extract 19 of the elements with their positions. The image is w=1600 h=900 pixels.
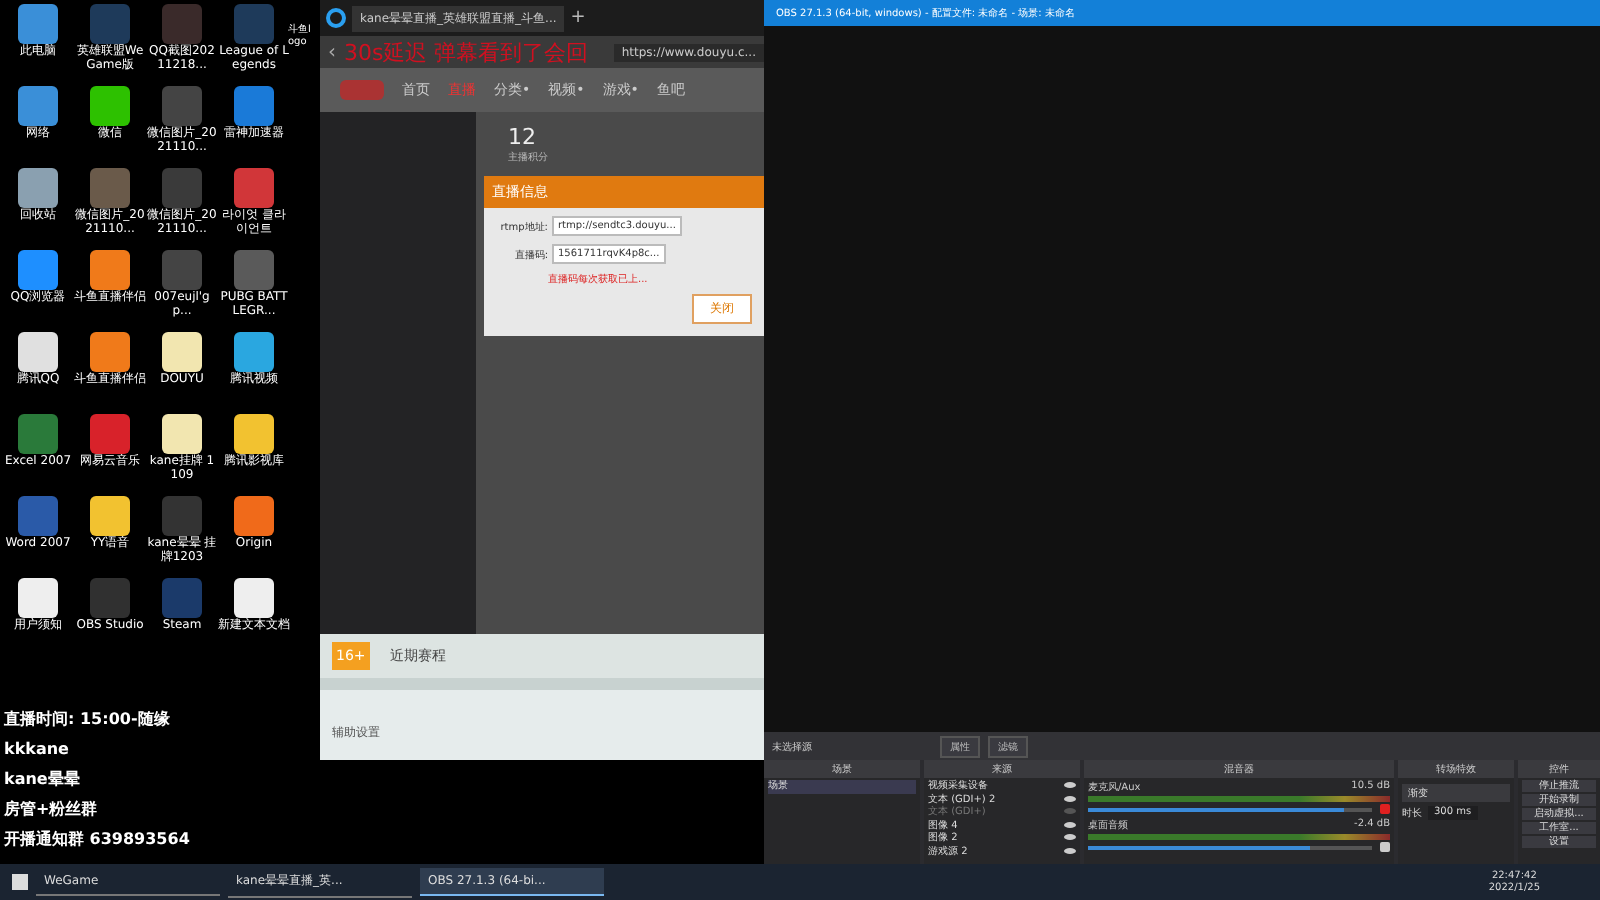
eye-icon[interactable] — [1064, 847, 1076, 853]
speaker-icon[interactable] — [1380, 804, 1390, 814]
eye-icon[interactable] — [1064, 834, 1076, 840]
back-icon[interactable]: ‹ — [328, 41, 336, 63]
site-logo-icon — [340, 80, 384, 100]
windows-start-icon[interactable] — [12, 874, 28, 890]
stat-value: 12 — [508, 124, 536, 150]
info-line: kkkane — [4, 738, 71, 762]
info-line: 房管+粉丝群 — [4, 798, 100, 822]
browser-logo-icon — [326, 8, 346, 28]
overlay-caption: 30s延迟 弹幕看到了会回 — [344, 38, 589, 68]
eye-icon[interactable] — [1064, 821, 1076, 827]
info-line: kane晕晕 — [4, 768, 82, 792]
speaker-icon[interactable] — [1380, 842, 1390, 852]
eye-icon[interactable] — [1064, 782, 1076, 788]
info-line: 开播通知群 639893564 — [4, 828, 192, 852]
info-line: 直播时间: 15:00-随缘 — [4, 708, 172, 732]
new-tab-icon[interactable]: + — [570, 8, 586, 28]
eye-icon[interactable] — [1064, 795, 1076, 801]
